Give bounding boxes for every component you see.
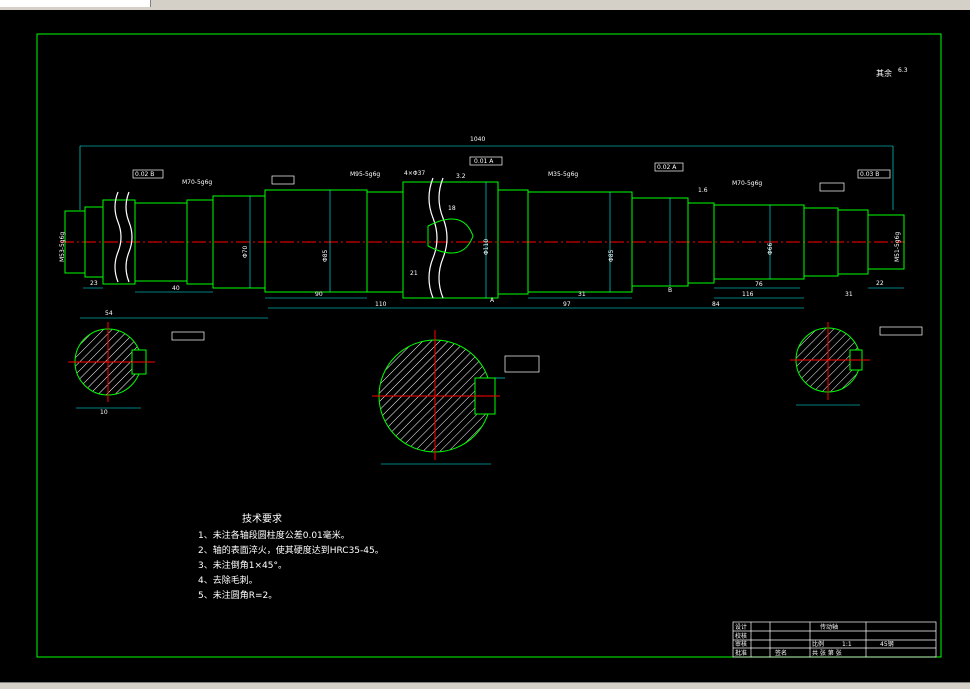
note-item-3: 3、未注倒角1×45°。 — [198, 561, 287, 571]
section-view-left — [68, 322, 155, 409]
drawing-tab[interactable] — [0, 0, 151, 7]
tb-label-3: 审核 — [735, 640, 747, 648]
note-item-5: 5、未注圆角R=2。 — [198, 591, 278, 601]
break-lines — [114, 177, 448, 299]
dia-d: Φ85 — [608, 249, 615, 262]
gtol-b: 0.01 A — [474, 158, 494, 165]
dimension-lines — [79, 145, 904, 319]
section-a: 18 — [448, 205, 456, 212]
dim-len-g: 84 — [712, 301, 720, 308]
dim-len-f: 97 — [563, 301, 571, 308]
dim-thread-1: M70-5g6g — [182, 179, 212, 186]
tb-label-2: 校核 — [735, 632, 747, 640]
tb-part-name: 传动轴 — [820, 623, 838, 631]
roughness-a: 3.2 — [456, 173, 466, 180]
note-item-2: 2、轴的表面淬火，使其硬度达到HRC35-45。 — [198, 546, 384, 556]
datum-b: B — [668, 287, 672, 294]
note-item-1: 1、未注各轴段圆柱度公差0.01毫米。 — [198, 531, 350, 541]
section-view-right — [790, 322, 870, 406]
roughness-note: 其余 — [876, 68, 892, 78]
tb-scale-label: 比例 — [812, 640, 824, 648]
dia-a: Φ70 — [242, 245, 249, 258]
dim-total-length: 1040 — [470, 136, 485, 143]
dim-len-d: 110 — [375, 301, 387, 308]
cad-drawing-canvas[interactable]: 1040 M70-5g6g M95-5g6g M35-5g6g M70-5g6g… — [0, 10, 970, 682]
shaft-drawing: 1040 M70-5g6g M95-5g6g M35-5g6g M70-5g6g… — [36, 33, 942, 658]
section-b: 10 — [100, 409, 108, 416]
roughness-b: 1.6 — [698, 187, 708, 194]
dim-chamfer-mid: 4×Φ37 — [404, 170, 425, 177]
roughness-c: 6.3 — [898, 67, 908, 74]
gtol-d: 0.03 B — [860, 171, 879, 178]
dim-len-m: 31 — [845, 291, 853, 298]
dim-thread-right: M51-5g6g — [894, 232, 901, 262]
dim-len-a: 54 — [105, 310, 113, 317]
tb-scale-value: 1:1 — [842, 641, 852, 648]
dim-len-l: 21 — [410, 270, 418, 277]
tb-sign: 签名 — [775, 649, 787, 657]
dim-thread-3: M35-5g6g — [548, 171, 578, 178]
dia-c: Φ110 — [483, 239, 490, 255]
gtol-c: 0.02 A — [657, 164, 677, 171]
dim-thread-2: M95-5g6g — [350, 171, 380, 178]
section-view-middle — [372, 330, 505, 465]
dim-thread-left: M53-5g6g — [59, 232, 66, 262]
dim-len-h: 116 — [742, 291, 754, 298]
gtol-a: 0.02 B — [135, 171, 154, 178]
dim-len-i: 76 — [755, 281, 763, 288]
dim-len-e: 31 — [578, 291, 586, 298]
dim-len-b: 40 — [172, 285, 180, 292]
dim-len-k: 22 — [876, 280, 884, 287]
tb-label-1: 设计 — [735, 623, 747, 631]
dim-len-c: 90 — [315, 291, 323, 298]
notes-heading: 技术要求 — [242, 514, 282, 525]
tb-label-4: 批准 — [735, 649, 747, 657]
note-item-4: 4、去除毛刺。 — [198, 576, 258, 586]
tb-material: 45钢 — [880, 640, 894, 648]
dia-b: Φ85 — [322, 249, 329, 262]
dim-thread-4: M70-5g6g — [732, 180, 762, 187]
dia-e: Φ66 — [767, 242, 774, 255]
dim-len-j: 23 — [90, 280, 98, 287]
tb-sheet: 共 张 第 张 — [812, 649, 842, 657]
